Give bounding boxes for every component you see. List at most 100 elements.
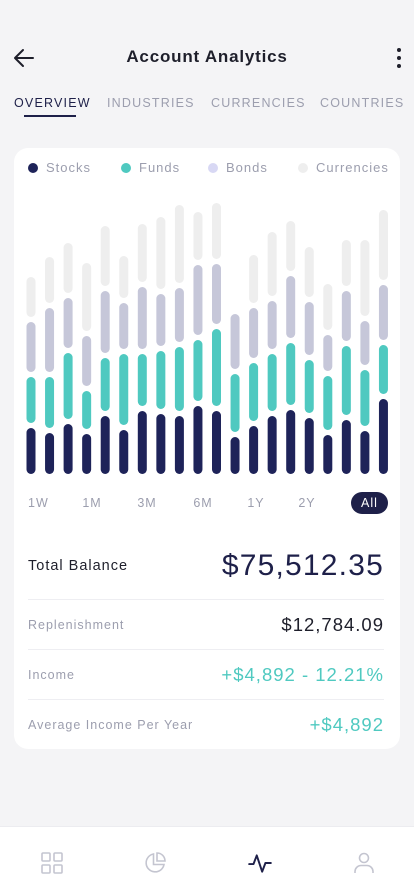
stat-row-total-balance: Total Balance $75,512.35 xyxy=(28,532,384,600)
bar-segment-funds xyxy=(341,346,351,415)
bar-segment-bonds xyxy=(323,335,333,371)
bar-segment-currencies xyxy=(193,212,203,260)
period-1y[interactable]: 1Y xyxy=(247,492,265,514)
bar-segment-currencies xyxy=(304,247,314,297)
bar-segment-currencies xyxy=(156,217,166,289)
bar-segment-funds xyxy=(26,377,36,423)
bar-segment-funds xyxy=(286,343,296,405)
bar-segment-bonds xyxy=(249,308,259,358)
bar-segment-stocks xyxy=(341,420,351,474)
bar-segment-stocks xyxy=(119,430,129,474)
bar-segment-stocks xyxy=(323,435,333,474)
bottom-navigation xyxy=(0,826,414,896)
bar-segment-bonds xyxy=(82,336,92,386)
bar-segment-bonds xyxy=(304,302,314,355)
stat-row-average-income: Average Income Per Year +$4,892 xyxy=(28,700,384,750)
nav-analytics[interactable] xyxy=(246,849,274,877)
legend-item-bonds: Bonds xyxy=(208,160,268,175)
tab-overview[interactable]: OVERVIEW xyxy=(14,96,91,110)
replenishment-label: Replenishment xyxy=(28,617,125,632)
bar-segment-currencies xyxy=(45,257,55,303)
period-6m[interactable]: 6M xyxy=(192,492,214,514)
period-2y[interactable]: 2Y xyxy=(297,492,317,514)
bar-segment-funds xyxy=(100,358,110,411)
bar-segment-currencies xyxy=(341,240,351,286)
bar-segment-bonds xyxy=(267,301,277,349)
bar-segment-funds xyxy=(82,391,92,429)
legend-item-funds: Funds xyxy=(121,160,180,175)
bar-segment-currencies xyxy=(26,277,36,317)
bar-segment-funds xyxy=(304,360,314,413)
bar-segment-bonds xyxy=(212,264,221,324)
income-label: Income xyxy=(28,667,75,682)
tab-currencies[interactable]: CURRENCIES xyxy=(211,96,306,110)
bar-segment-bonds xyxy=(193,265,203,335)
active-tab-indicator xyxy=(24,115,76,117)
pie-chart-icon xyxy=(145,852,166,873)
bar-segment-funds xyxy=(212,329,221,406)
bar-segment-funds xyxy=(137,354,147,406)
legend-label: Bonds xyxy=(226,160,268,175)
period-1m[interactable]: 1M xyxy=(82,492,102,514)
page-title: Account Analytics xyxy=(126,47,288,66)
bar-segment-stocks xyxy=(82,434,92,474)
bar-segment-stocks xyxy=(100,416,110,474)
period-selector: 1W 1M 3M 6M 1Y 2Y All xyxy=(14,492,400,518)
bar-segment-bonds xyxy=(230,314,240,369)
stat-row-replenishment: Replenishment $12,784.09 xyxy=(28,600,384,650)
bar-segment-stocks xyxy=(26,428,36,474)
total-balance-value: $75,512.35 xyxy=(221,548,384,582)
bar-segment-bonds xyxy=(174,288,184,342)
period-1w[interactable]: 1W xyxy=(28,492,48,514)
tab-countries[interactable]: COUNTRIES xyxy=(320,96,404,110)
bar-segment-currencies xyxy=(137,224,147,282)
bar-segment-currencies xyxy=(212,203,221,259)
legend-item-currencies: Currencies xyxy=(298,160,389,175)
bar-segment-currencies xyxy=(63,243,73,293)
stats-list: Total Balance $75,512.35 Replenishment $… xyxy=(28,532,384,750)
legend-label: Stocks xyxy=(46,160,92,175)
bar-segment-stocks xyxy=(193,406,203,474)
period-all[interactable]: All xyxy=(351,492,388,514)
average-income-value: +$4,892 xyxy=(309,714,384,735)
activity-icon xyxy=(248,854,272,873)
more-vertical-icon xyxy=(397,48,401,52)
more-options-button[interactable] xyxy=(392,44,406,72)
analytics-card: Stocks Funds Bonds Currencies 1W 1M 3M 6… xyxy=(14,148,400,749)
bar-segment-currencies xyxy=(82,263,92,331)
bar-segment-currencies xyxy=(249,255,259,303)
bar-segment-funds xyxy=(174,347,184,411)
bar-segment-funds xyxy=(45,377,55,428)
nav-profile[interactable] xyxy=(350,849,378,877)
bar-segment-stocks xyxy=(230,437,240,474)
bar-segment-funds xyxy=(156,351,166,409)
bar-segment-stocks xyxy=(212,411,221,474)
grid-icon xyxy=(41,852,63,874)
legend-item-stocks: Stocks xyxy=(28,160,91,175)
legend-dot xyxy=(121,162,131,173)
tab-industries[interactable]: INDUSTRIES xyxy=(107,96,195,110)
bar-segment-funds xyxy=(119,354,129,425)
bar-segment-currencies xyxy=(267,232,277,296)
bar-segment-funds xyxy=(360,370,370,426)
bar-segment-stocks xyxy=(174,416,184,474)
nav-portfolio[interactable] xyxy=(141,849,169,877)
legend-dot xyxy=(208,162,218,173)
bar-segment-currencies xyxy=(174,205,184,283)
bar-segment-funds xyxy=(378,345,388,394)
bar-segment-stocks xyxy=(137,411,147,474)
bar-segment-stocks xyxy=(304,418,314,474)
stacked-bar-chart xyxy=(26,203,388,474)
header: Account Analytics xyxy=(0,0,414,90)
bar-segment-currencies xyxy=(286,221,296,271)
legend-label: Funds xyxy=(139,160,181,175)
legend-dot xyxy=(28,162,38,173)
replenishment-value: $12,784.09 xyxy=(281,613,384,635)
bar-segment-stocks xyxy=(249,426,259,474)
bar-segment-stocks xyxy=(267,416,277,474)
stat-row-income: Income +$4,892 - 12.21% xyxy=(28,650,384,700)
nav-dashboard[interactable] xyxy=(38,849,66,877)
period-3m[interactable]: 3M xyxy=(136,492,158,514)
bar-segment-stocks xyxy=(360,431,370,474)
bar-segment-bonds xyxy=(360,321,370,365)
